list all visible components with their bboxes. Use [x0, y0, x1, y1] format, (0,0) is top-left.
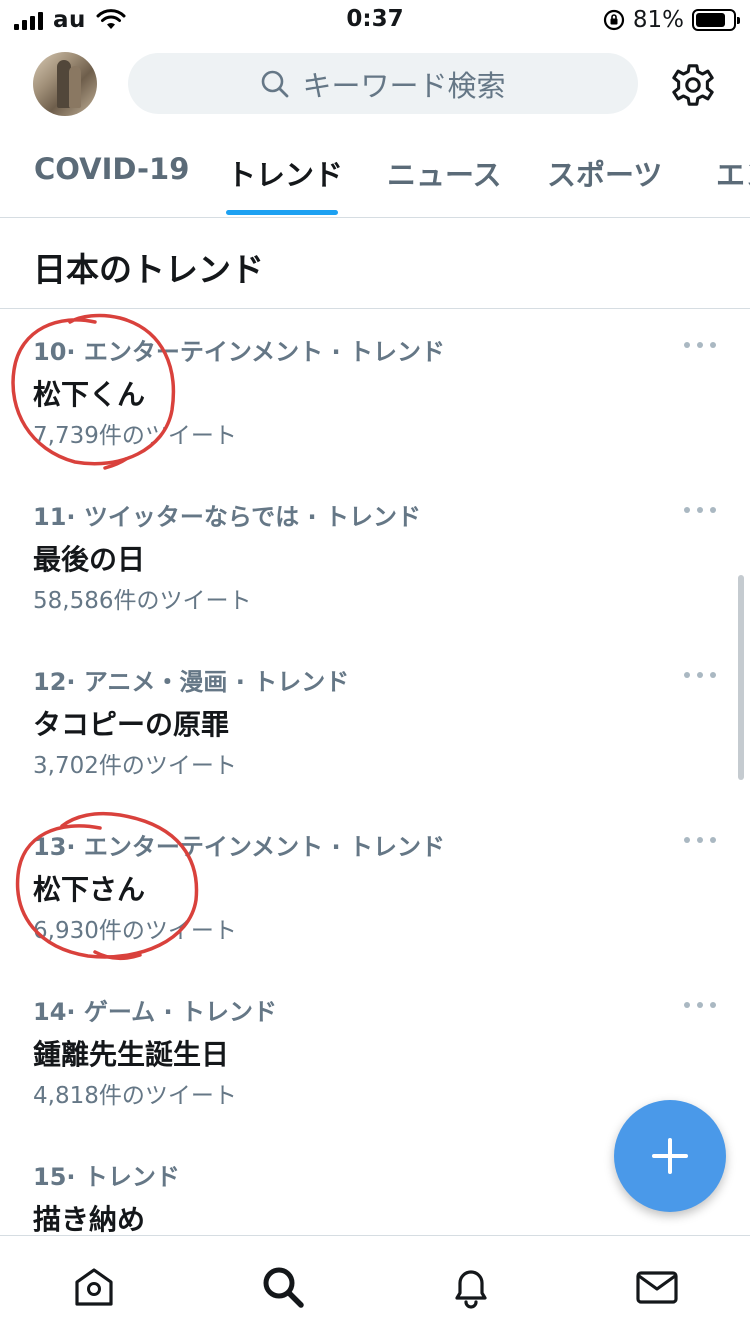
trend-item[interactable]: 13· エンターテインメント · トレンド 松下さん 6,930件のツイート — [0, 805, 750, 970]
trend-item[interactable]: 11· ツイッターならでは · トレンド 最後の日 58,586件のツイート — [0, 475, 750, 640]
bell-icon[interactable] — [448, 1264, 494, 1310]
trend-meta: 11· ツイッターならでは · トレンド — [33, 497, 421, 532]
plus-icon — [652, 1138, 688, 1174]
trend-category: · トレンド — [66, 1163, 180, 1191]
trend-rank: 13 — [33, 833, 67, 861]
avatar-figure — [69, 66, 81, 108]
avatar[interactable] — [33, 52, 97, 116]
battery-percent: 81% — [632, 7, 684, 33]
trend-tweet-count: 3,702件のツイート — [33, 753, 237, 779]
trend-title: 最後の日 — [33, 543, 146, 576]
trend-meta: 14· ゲーム · トレンド — [33, 992, 277, 1027]
header: キーワード検索 — [0, 48, 750, 120]
search-icon[interactable] — [260, 1264, 306, 1310]
compose-button[interactable] — [614, 1100, 726, 1212]
trend-category: · ツイッターならでは · トレンド — [66, 503, 421, 531]
trend-meta: 12· アニメ・漫画 · トレンド — [33, 662, 349, 697]
trend-item[interactable]: 12· アニメ・漫画 · トレンド タコピーの原罪 3,702件のツイート — [0, 640, 750, 805]
tab-entertainment[interactable]: エン — [716, 152, 750, 194]
trend-meta: 10· エンターテインメント · トレンド — [33, 332, 445, 367]
trend-category: · ゲーム · トレンド — [66, 998, 277, 1026]
active-tab-indicator — [226, 210, 338, 215]
trend-title: 描き納め — [33, 1203, 146, 1236]
trend-rank: 11 — [33, 503, 67, 531]
trend-title: タコピーの原罪 — [33, 708, 230, 741]
trend-title: 鍾離先生誕生日 — [33, 1038, 230, 1071]
more-options-icon[interactable] — [684, 672, 716, 680]
explore-tabs: COVID-19 トレンド ニュース スポーツ エン — [0, 140, 750, 218]
search-icon — [262, 70, 289, 97]
tab-sports[interactable]: スポーツ — [547, 152, 662, 194]
tab-covid[interactable]: COVID-19 — [34, 152, 189, 186]
trend-rank: 15 — [33, 1163, 67, 1191]
trend-tweet-count: 58,586件のツイート — [33, 588, 252, 614]
trend-meta: 15· トレンド — [33, 1157, 180, 1192]
home-icon[interactable] — [71, 1264, 117, 1310]
trend-tweet-count: 4,818件のツイート — [33, 1083, 237, 1109]
divider — [0, 308, 750, 309]
search-input[interactable]: キーワード検索 — [128, 53, 638, 114]
battery-icon — [692, 9, 740, 31]
tab-trends[interactable]: トレンド — [227, 152, 343, 194]
trend-meta: 13· エンターテインメント · トレンド — [33, 827, 445, 862]
search-placeholder: キーワード検索 — [302, 68, 506, 103]
page-title: 日本のトレンド — [33, 250, 264, 289]
bottom-nav — [0, 1235, 750, 1334]
trend-category: · アニメ・漫画 · トレンド — [66, 668, 350, 696]
screen: au 0:37 81% キーワード検索 COVID-19 トレンド ニュース ス… — [0, 0, 750, 1334]
more-options-icon[interactable] — [684, 342, 716, 350]
trend-tweet-count: 7,739件のツイート — [33, 423, 237, 449]
more-options-icon[interactable] — [684, 507, 716, 515]
battery-fill — [696, 13, 726, 27]
trend-title: 松下くん — [33, 378, 146, 411]
trend-category: · エンターテインメント · トレンド — [66, 338, 445, 366]
mail-icon[interactable] — [634, 1264, 680, 1310]
status-right: 81% — [603, 6, 740, 34]
trend-tweet-count: 6,930件のツイート — [33, 918, 237, 944]
more-options-icon[interactable] — [684, 1002, 716, 1010]
trend-rank: 12 — [33, 668, 67, 696]
more-options-icon[interactable] — [684, 837, 716, 845]
trend-rank: 10 — [33, 338, 67, 366]
tab-news[interactable]: ニュース — [387, 152, 502, 194]
trend-category: · エンターテインメント · トレンド — [66, 833, 445, 861]
trend-item[interactable]: 10· エンターテインメント · トレンド 松下くん 7,739件のツイート — [0, 310, 750, 475]
trend-rank: 14 — [33, 998, 67, 1026]
trend-title: 松下さん — [33, 873, 146, 906]
scrollbar[interactable] — [738, 575, 744, 780]
status-bar: au 0:37 81% — [0, 0, 750, 40]
rotation-lock-icon — [603, 9, 624, 31]
gear-icon[interactable] — [670, 62, 716, 108]
